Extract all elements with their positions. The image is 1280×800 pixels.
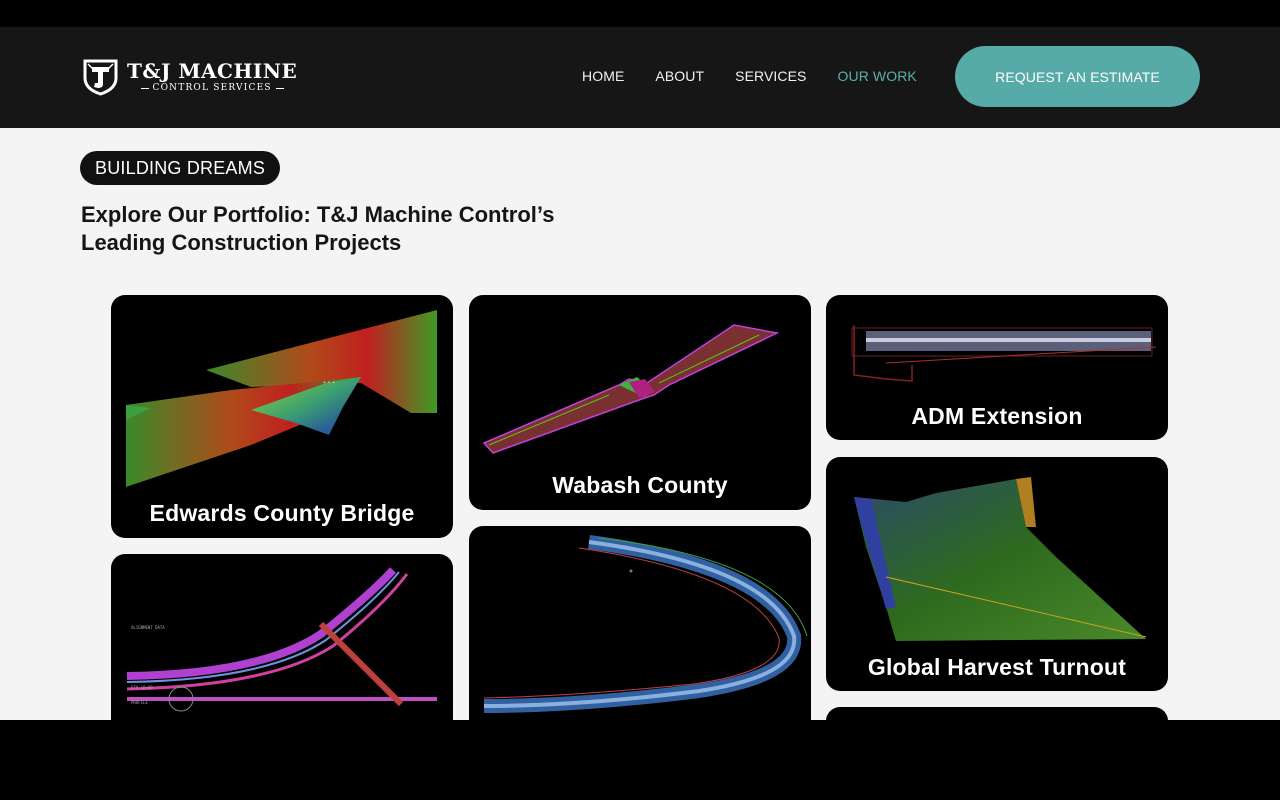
project-card-adm-extension[interactable]: ADM Extension [826, 295, 1168, 440]
project-card-edwards-county-bridge[interactable]: • • • Edwards County Bridge [111, 295, 453, 538]
main-nav: HOME ABOUT SERVICES OUR WORK [582, 66, 948, 86]
project-image: ALIGNMENT DATA STA 10+00 PROFILE [126, 567, 437, 712]
nav-services[interactable]: SERVICES [735, 68, 806, 84]
brand-name: T&J MACHINE [127, 59, 298, 83]
site-logo[interactable]: T&J MACHINE CONTROL SERVICES [82, 57, 297, 97]
nav-about[interactable]: ABOUT [655, 68, 704, 84]
project-card-global-harvest-turnout[interactable]: Global Harvest Turnout [826, 457, 1168, 691]
project-card[interactable] [826, 707, 1168, 720]
bottom-black-bar [0, 720, 1280, 800]
svg-text:ALIGNMENT DATA: ALIGNMENT DATA [131, 625, 165, 630]
svg-text:• • •: • • • [323, 380, 335, 386]
shield-logo-icon [83, 59, 118, 96]
project-image [483, 535, 808, 713]
svg-text:STA 10+00: STA 10+00 [131, 685, 153, 690]
project-title: Edwards County Bridge [149, 500, 415, 526]
site-header: T&J MACHINE CONTROL SERVICES HOME ABOUT … [0, 27, 1280, 128]
portfolio-section: BUILDING DREAMS Explore Our Portfolio: T… [0, 128, 1280, 720]
project-title: ADM Extension [911, 403, 1083, 429]
nav-our-work[interactable]: OUR WORK [838, 68, 917, 84]
project-card[interactable]: ALIGNMENT DATA STA 10+00 PROFILE [111, 554, 453, 720]
nav-home[interactable]: HOME [582, 68, 624, 84]
page-title: Explore Our Portfolio: T&J Machine Contr… [81, 202, 555, 255]
project-title: Global Harvest Turnout [867, 654, 1127, 680]
top-black-bar [0, 0, 1280, 27]
project-card[interactable] [469, 526, 811, 720]
project-card-wabash-county[interactable]: Wabash County [469, 295, 811, 510]
svg-text:PROFILE: PROFILE [131, 700, 148, 705]
request-estimate-button[interactable]: REQUEST AN ESTIMATE [955, 46, 1200, 107]
project-title: Wabash County [552, 472, 728, 498]
brand-tagline: CONTROL SERVICES [152, 83, 272, 93]
section-badge: BUILDING DREAMS [80, 151, 281, 185]
